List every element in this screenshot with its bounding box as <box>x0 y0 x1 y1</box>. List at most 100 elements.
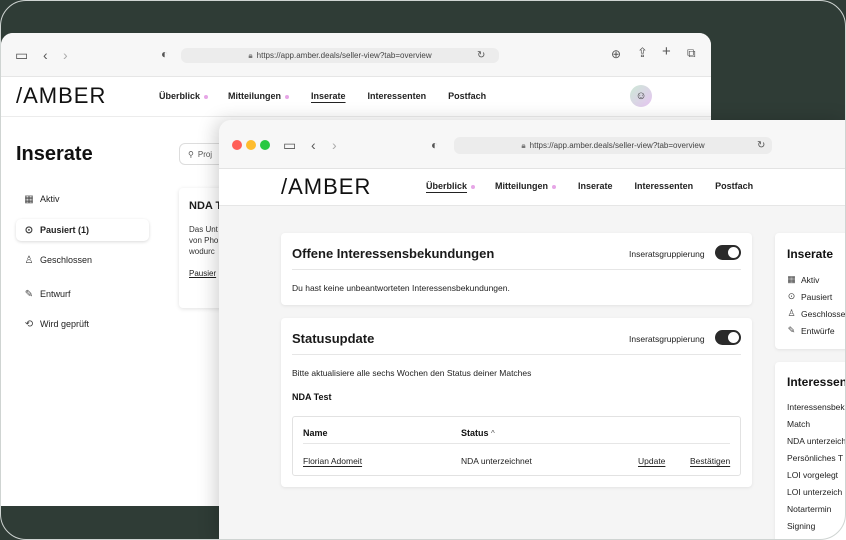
back-url-text: https://app.amber.deals/seller-view?tab=… <box>256 51 432 60</box>
front-nav-inserate[interactable]: Inserate <box>578 181 613 191</box>
back-arrow-icon[interactable]: ‹ <box>311 138 316 152</box>
status-table: Name Status ^ Florian Adomeit NDA unterz… <box>292 416 741 476</box>
status-hint-text: Bitte aktualisiere alle sechs Wochen den… <box>292 368 532 378</box>
right-inserate-aktiv[interactable]: ▦ Aktiv <box>787 274 819 285</box>
interest-card-title: Offene Interessensbekundungen <box>292 246 495 261</box>
shield-icon[interactable]: ◐ <box>161 47 168 61</box>
right-inserate-geschlossen[interactable]: ♙ Geschlosse <box>787 308 845 319</box>
page-title: Inserate <box>16 143 93 165</box>
back-top-nav: /AMBER Überblick Mitteilungen Inserate I… <box>1 77 711 117</box>
column-header-name[interactable]: Name <box>303 428 328 438</box>
building-icon: ▦ <box>787 274 796 284</box>
stage-item[interactable]: Match <box>787 419 810 429</box>
pause-icon: ⊙ <box>24 224 34 236</box>
new-tab-icon[interactable]: + <box>662 44 671 59</box>
sidebar-item-pausiert[interactable]: ⊙ Pausiert (1) <box>16 219 149 241</box>
front-url-bar[interactable]: 🔒︎ https://app.amber.deals/seller-view?t… <box>454 137 772 154</box>
stage-item[interactable]: LOI vorgelegt <box>787 470 838 480</box>
sidebar-item-label: Aktiv <box>40 194 60 204</box>
back-arrow-icon[interactable]: ‹ <box>43 48 48 62</box>
lock-icon: 🔒︎ <box>248 50 253 60</box>
divider <box>292 354 741 355</box>
grouping-toggle[interactable] <box>715 330 741 345</box>
reload-icon[interactable]: ↻ <box>477 49 485 63</box>
notification-dot <box>285 94 290 99</box>
confirm-link[interactable]: Bestätigen <box>690 456 730 466</box>
update-link[interactable]: Update <box>638 456 665 466</box>
right-inserate-label: Pausiert <box>801 291 833 302</box>
front-logo[interactable]: /AMBER <box>281 174 371 200</box>
sidebar-item-wird-geprueft[interactable]: ⟲ Wird geprüft <box>16 313 149 335</box>
download-icon[interactable]: ⊕ <box>611 47 621 61</box>
front-nav-ueberblick-label: Überblick <box>426 181 468 191</box>
sidebar-item-aktiv[interactable]: ▦ Aktiv <box>16 188 149 210</box>
sidebar-toggle-icon[interactable]: ▭ <box>283 138 296 152</box>
front-nav-interessenten[interactable]: Interessenten <box>635 181 694 191</box>
sidebar-toggle-icon[interactable]: ▭ <box>15 48 28 62</box>
grouping-toggle-label: Inseratsgruppierung <box>629 334 705 344</box>
sidebar-item-geschlossen[interactable]: ♙ Geschlossen <box>16 249 149 271</box>
pause-icon: ⊙ <box>787 291 796 301</box>
front-browser-chrome: ▭ ‹ › ◐ 🔒︎ https://app.amber.deals/selle… <box>219 120 846 169</box>
stage-item[interactable]: Interessensbek <box>787 402 845 412</box>
minimize-window-icon[interactable] <box>246 140 256 150</box>
back-nav-interessenten[interactable]: Interessenten <box>368 91 427 101</box>
sidebar-item-label: Pausiert (1) <box>40 225 90 235</box>
sidebar-item-entwurf[interactable]: ✎ Entwurf <box>16 283 149 305</box>
table-cell-status: NDA unterzeichnet <box>461 456 532 466</box>
column-header-status-label: Status <box>461 428 489 438</box>
front-nav-postfach[interactable]: Postfach <box>715 181 753 191</box>
reload-icon[interactable]: ↻ <box>757 139 765 153</box>
front-nav-ueberblick[interactable]: Überblick <box>426 181 476 191</box>
forward-arrow-icon[interactable]: › <box>332 138 337 152</box>
front-nav-links: Überblick Mitteilungen Inserate Interess… <box>426 181 753 191</box>
interest-card: Offene Interessensbekundungen Inseratsgr… <box>281 233 752 305</box>
stage-item[interactable]: NDA unterzeich <box>787 436 846 446</box>
back-url-bar[interactable]: 🔒︎ https://app.amber.deals/seller-view?t… <box>181 48 499 63</box>
user-icon: ☺ <box>635 90 647 102</box>
share-icon[interactable]: ⇪ <box>637 46 648 60</box>
tabs-overview-icon[interactable]: ⧉ <box>687 46 696 60</box>
front-browser-window: ▭ ‹ › ◐ 🔒︎ https://app.amber.deals/selle… <box>219 120 846 540</box>
stage-item[interactable]: Notartermin <box>787 504 831 514</box>
right-interessenten-card: Interessen Interessensbek Match NDA unte… <box>775 362 846 540</box>
back-nav-ueberblick-label: Überblick <box>159 91 201 101</box>
interest-empty-text: Du hast keine unbeantworteten Interessen… <box>292 283 510 293</box>
sidebar-item-label: Wird geprüft <box>40 319 90 329</box>
column-header-status[interactable]: Status ^ <box>461 428 495 438</box>
grouping-toggle[interactable] <box>715 245 741 260</box>
back-nav-mitteilungen-label: Mitteilungen <box>228 91 282 101</box>
user-avatar[interactable]: ☺ <box>630 85 652 107</box>
right-inserate-entwuerfe[interactable]: ✎ Entwürfe <box>787 325 835 336</box>
sidebar-item-label: Entwurf <box>40 289 71 299</box>
status-card: Statusupdate Inseratsgruppierung Bitte a… <box>281 318 752 487</box>
background-stage: ▭ ‹ › ◐ 🔒︎ https://app.amber.deals/selle… <box>0 0 846 540</box>
front-nav-mitteilungen-label: Mitteilungen <box>495 181 549 191</box>
stage-item[interactable]: Signing <box>787 521 815 531</box>
people-icon: ♙ <box>787 308 796 318</box>
back-logo[interactable]: /AMBER <box>16 83 106 109</box>
sidebar-item-label: Geschlossen <box>40 255 93 265</box>
back-nav-ueberblick[interactable]: Überblick <box>159 91 209 101</box>
back-nav-inserate[interactable]: Inserate <box>311 91 346 101</box>
people-icon: ♙ <box>24 254 34 266</box>
stage-item[interactable]: Persönliches T <box>787 453 843 463</box>
forward-arrow-icon[interactable]: › <box>63 48 68 62</box>
front-url-text: https://app.amber.deals/seller-view?tab=… <box>529 141 705 150</box>
front-top-nav: /AMBER Überblick Mitteilungen Inserate I… <box>219 169 846 206</box>
right-inserate-pausiert[interactable]: ⊙ Pausiert <box>787 291 832 302</box>
right-inserate-label: Aktiv <box>801 274 820 285</box>
back-nav-postfach[interactable]: Postfach <box>448 91 486 101</box>
back-nav-mitteilungen[interactable]: Mitteilungen <box>228 91 290 101</box>
search-placeholder: Proj <box>197 149 213 159</box>
status-card-title: Statusupdate <box>292 331 375 346</box>
shield-icon[interactable]: ◐ <box>431 138 438 152</box>
building-icon: ▦ <box>24 193 34 205</box>
table-cell-name[interactable]: Florian Adomeit <box>303 456 362 466</box>
review-icon: ⟲ <box>24 318 34 330</box>
front-nav-mitteilungen[interactable]: Mitteilungen <box>495 181 557 191</box>
right-interessenten-title: Interessen <box>787 375 846 389</box>
close-window-icon[interactable] <box>232 140 242 150</box>
stage-item[interactable]: LOI unterzeich <box>787 487 842 497</box>
maximize-window-icon[interactable] <box>260 140 270 150</box>
